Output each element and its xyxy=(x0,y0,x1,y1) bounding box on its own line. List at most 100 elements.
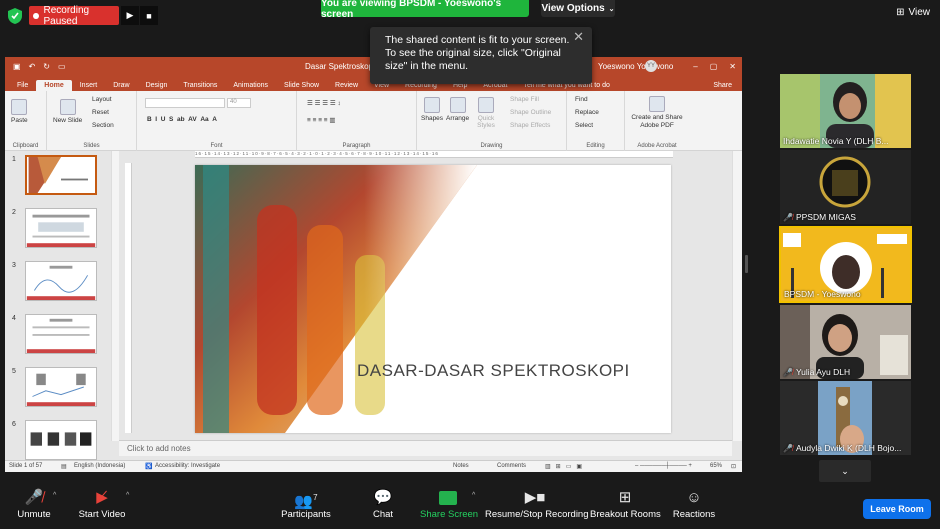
chat-button[interactable]: 💬 Chat xyxy=(368,487,398,520)
share-options-caret[interactable]: ^ xyxy=(472,492,475,499)
new-slide-button[interactable]: New Slide xyxy=(53,99,82,124)
stop-icon: ■ xyxy=(146,10,152,21)
slide-thumbnail-image xyxy=(26,214,96,247)
ppt-share-button[interactable]: Share xyxy=(713,82,732,89)
view-layout-button[interactable]: ⊞ View xyxy=(896,7,930,18)
tab-review[interactable]: Review xyxy=(327,80,366,91)
maximize-icon[interactable]: ▢ xyxy=(710,62,718,71)
shape-fill-button[interactable]: Shape Fill xyxy=(510,96,539,103)
shared-screen[interactable]: ▣ ↶ ↻ ▭ Dasar Spektroskop Yoeswono Yoesw… xyxy=(5,57,742,472)
tab-animations[interactable]: Animations xyxy=(225,80,276,91)
find-button[interactable]: Find xyxy=(575,96,588,103)
resume-stop-recording-button[interactable]: ▶■ Resume/Stop Recording xyxy=(485,487,589,520)
undo-icon[interactable]: ↶ xyxy=(29,62,36,71)
tab-slide-show[interactable]: Slide Show xyxy=(276,80,327,91)
quick-styles-icon xyxy=(478,97,494,113)
section-button[interactable]: Section xyxy=(92,122,114,129)
font-size-select[interactable]: 40 xyxy=(227,98,251,108)
resume-recording-button[interactable]: ▶ xyxy=(121,6,139,25)
comments-toggle[interactable]: Comments xyxy=(497,463,526,469)
slide-thumbnail-pane[interactable]: 1 2 3 4 5 6 xyxy=(5,151,113,463)
participant-tile[interactable]: 🎤̸ Yulia Ayu DLH xyxy=(780,305,911,379)
meeting-toolbar: 🎤̸ Unmute ^ ▶̸ Start Video ^ 👥7 Particip… xyxy=(0,487,940,529)
slide-thumbnail[interactable] xyxy=(25,208,97,248)
breakout-rooms-button[interactable]: ⊞ Breakout Rooms xyxy=(590,487,661,520)
breakout-rooms-icon: ⊞ xyxy=(618,489,632,506)
reactions-button[interactable]: ☺ Reactions xyxy=(672,487,716,520)
layout-button[interactable]: Layout xyxy=(92,96,112,103)
slide-thumbnail[interactable] xyxy=(25,367,97,407)
start-video-button[interactable]: ▶̸ Start Video xyxy=(77,487,127,520)
slide-count-status: Slide 1 of 57 xyxy=(9,463,43,469)
close-icon[interactable]: ✕ xyxy=(729,62,736,71)
participant-tile-active-speaker[interactable]: BPSDM - Yoeswono xyxy=(779,226,912,303)
tab-design[interactable]: Design xyxy=(138,80,176,91)
select-button[interactable]: Select xyxy=(575,122,593,129)
slide-thumbnail[interactable] xyxy=(25,420,97,460)
slide-canvas[interactable]: DASAR-DASAR SPEKTROSKOPI xyxy=(195,165,671,433)
share-screen-button[interactable]: Share Screen xyxy=(420,487,478,520)
participant-tile[interactable]: Ihdawatie Novia Y (DLH B... xyxy=(780,74,911,148)
slide-thumbnail-image xyxy=(26,265,96,300)
play-icon: ▶ xyxy=(126,10,134,20)
notes-toggle[interactable]: Notes xyxy=(453,463,469,469)
zoom-level[interactable]: 65% xyxy=(710,463,722,469)
group-slides: New Slide Layout Reset Section Slides xyxy=(47,91,137,151)
unmute-button[interactable]: 🎤̸ Unmute xyxy=(15,487,53,520)
thumb-number: 2 xyxy=(12,209,16,216)
tab-draw[interactable]: Draw xyxy=(105,80,137,91)
stop-recording-button[interactable]: ■ xyxy=(140,6,158,25)
font-family-select[interactable] xyxy=(145,98,225,108)
zoom-slider[interactable]: – ──────┼──── + xyxy=(635,463,692,469)
thumbnail-scrollbar[interactable] xyxy=(111,151,119,441)
shield-icon[interactable] xyxy=(8,8,22,24)
view-options-button[interactable]: View Options ⌄ xyxy=(541,0,615,17)
quick-styles-button[interactable]: Quick Styles xyxy=(475,97,497,129)
close-icon[interactable]: ✕ xyxy=(573,30,584,43)
slide-thumbnail[interactable] xyxy=(25,314,97,354)
participant-tile[interactable]: 🎤̸ PPSDM MIGAS xyxy=(780,150,911,224)
slideshow-icon[interactable]: ▭ xyxy=(58,62,66,71)
tooltip-text: The shared content is fit to your screen… xyxy=(385,34,570,72)
language-status[interactable]: English (Indonesia) xyxy=(74,463,125,469)
slide-thumbnail[interactable] xyxy=(25,155,97,195)
video-options-caret[interactable]: ^ xyxy=(126,492,129,499)
align-icon[interactable]: ≡ ≡ ≡ ≡ ▥ xyxy=(307,116,336,124)
tab-transitions[interactable]: Transitions xyxy=(175,80,225,91)
bold-icon[interactable]: B I U S ab AV Aa A xyxy=(147,116,217,123)
shape-effects-button[interactable]: Shape Effects xyxy=(510,122,550,129)
normal-view-icon[interactable]: ▥ ⊞ ▭ ▣ xyxy=(545,463,582,470)
participant-name: 🎤̸ Audyla Dwiki K (DLH Bojo... xyxy=(783,443,902,453)
slide-title[interactable]: DASAR-DASAR SPEKTROSKOPI xyxy=(357,361,630,381)
notes-pane[interactable]: Click to add notes xyxy=(119,440,732,456)
resume-stop-icon: ▶■ xyxy=(524,489,546,506)
create-share-pdf-button[interactable]: Create and Share Adobe PDF xyxy=(627,96,687,130)
video-off-icon: ▶̸ xyxy=(96,489,108,506)
slide-vertical-scrollbar[interactable] xyxy=(732,151,742,441)
slide-thumbnail-image xyxy=(26,373,96,406)
paste-button[interactable]: Paste xyxy=(11,99,28,124)
shape-outline-button[interactable]: Shape Outline xyxy=(510,109,551,116)
tab-file[interactable]: File xyxy=(9,80,36,91)
slide-thumbnail[interactable] xyxy=(25,261,97,301)
tab-home[interactable]: Home xyxy=(36,80,72,91)
scroll-participants-down-button[interactable]: ⌄ xyxy=(819,460,871,482)
leave-room-button[interactable]: Leave Room xyxy=(863,499,931,519)
participant-tile[interactable]: 🎤̸ Audyla Dwiki K (DLH Bojo... xyxy=(780,381,911,455)
zoom-meeting-window: Recording Paused ▶ ■ You are viewing BPS… xyxy=(0,0,940,529)
replace-button[interactable]: Replace xyxy=(575,109,599,116)
redo-icon[interactable]: ↻ xyxy=(43,62,50,71)
minimize-icon[interactable]: – xyxy=(693,62,697,71)
accessibility-status[interactable]: Accessibility: Investigate xyxy=(155,463,220,469)
reset-button[interactable]: Reset xyxy=(92,109,109,116)
arrange-button[interactable]: Arrange xyxy=(446,97,469,122)
panel-resize-handle[interactable] xyxy=(745,255,748,273)
shapes-button[interactable]: Shapes xyxy=(421,97,443,122)
fit-slide-icon[interactable]: ⊡ xyxy=(731,463,736,470)
save-icon[interactable]: ▣ xyxy=(13,62,21,71)
audio-options-caret[interactable]: ^ xyxy=(53,492,56,499)
participants-button[interactable]: 👥7 Participants xyxy=(279,487,333,520)
tab-insert[interactable]: Insert xyxy=(72,80,106,91)
bullets-icon[interactable]: ☰ ☰ ☰ ☰ ↕ xyxy=(307,99,341,107)
user-avatar[interactable]: YY xyxy=(645,60,657,72)
